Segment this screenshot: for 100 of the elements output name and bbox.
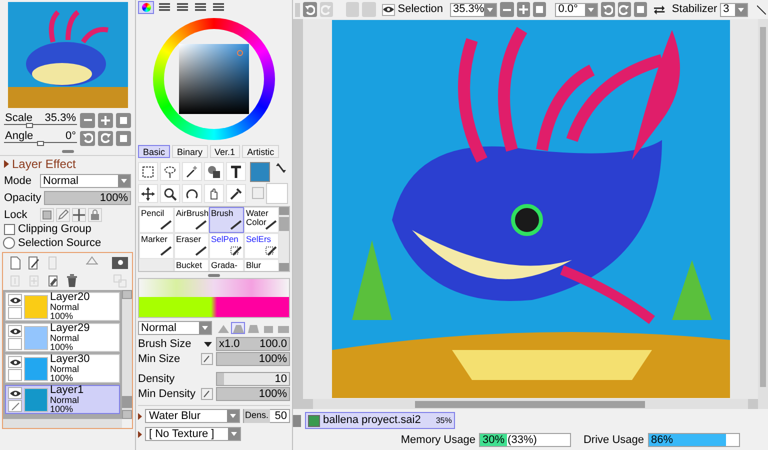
transparent-color-button[interactable] xyxy=(252,187,264,199)
color-picker-marker[interactable] xyxy=(237,50,243,56)
slider-thumb[interactable] xyxy=(36,141,44,146)
swatches-tab[interactable] xyxy=(192,1,208,14)
panel-splitter[interactable] xyxy=(62,150,74,152)
primary-color-swatch[interactable] xyxy=(250,162,270,182)
scratchpad-tab[interactable] xyxy=(210,1,226,14)
dropdown-button[interactable] xyxy=(118,175,130,187)
palette-tab[interactable]: Ver.1 xyxy=(210,145,240,158)
pressure-toggle[interactable] xyxy=(201,388,213,400)
visibility-toggle[interactable] xyxy=(8,325,22,337)
density-field[interactable]: Dens. 50 xyxy=(243,409,290,423)
selection-source-radio[interactable]: Selection Source xyxy=(0,236,135,250)
tool-button[interactable] xyxy=(204,162,224,181)
reset-rotation-button[interactable] xyxy=(634,2,648,17)
layer-effect-header[interactable]: Layer Effect xyxy=(0,155,135,171)
panel-splitter[interactable] xyxy=(208,274,220,276)
delete-layer-button[interactable] xyxy=(64,273,80,289)
slider[interactable]: 100% xyxy=(216,352,290,366)
slider-thumb[interactable] xyxy=(26,123,33,128)
dropdown-button[interactable] xyxy=(484,4,496,16)
rotate-right-button[interactable] xyxy=(618,2,631,17)
tool-button[interactable] xyxy=(226,184,246,203)
brush-shape-button[interactable] xyxy=(231,322,245,334)
brush-tool-slot[interactable]: Grada- xyxy=(209,259,244,271)
visibility-toggle[interactable] xyxy=(8,356,22,368)
brush-tool-slot[interactable]: Marker xyxy=(139,233,174,259)
rotate-left-button[interactable] xyxy=(601,2,615,17)
zoom-in-button[interactable] xyxy=(98,112,113,128)
document-tab[interactable]: ballena proyect.sai2 35% xyxy=(305,412,455,429)
brush-blend-dropdown[interactable]: Normal xyxy=(138,321,212,335)
rotate-right-button[interactable] xyxy=(98,130,113,146)
scrollbar[interactable] xyxy=(758,19,768,409)
brush-tool-slot[interactable]: Bucket xyxy=(174,259,209,271)
scrollbar[interactable] xyxy=(3,419,122,428)
palette-tab[interactable]: Binary xyxy=(172,145,208,158)
tool-button[interactable] xyxy=(226,162,246,181)
slider[interactable]: 100% xyxy=(216,387,290,401)
layer-item[interactable]: Layer30 Normal 100% xyxy=(5,354,120,383)
slider[interactable]: x1.0 100.0 xyxy=(216,337,290,351)
tool-button[interactable] xyxy=(182,184,202,203)
texture-dropdown[interactable]: [ No Texture ] xyxy=(145,427,241,441)
reset-rotation-button[interactable] xyxy=(116,130,131,146)
dropdown-button[interactable] xyxy=(227,410,239,422)
brush-shape-button[interactable] xyxy=(246,322,260,334)
reset-zoom-button[interactable] xyxy=(532,2,546,17)
lock-button[interactable] xyxy=(72,208,86,222)
reset-zoom-button[interactable] xyxy=(116,112,131,128)
hsv-sliders-tab[interactable] xyxy=(174,1,190,14)
layer-item[interactable]: Layer20 Normal 100% xyxy=(5,292,120,321)
zoom-dropdown[interactable]: 35.3% xyxy=(450,2,498,16)
brush-tool-slot[interactable]: Pencil xyxy=(139,207,174,233)
scrollbar[interactable] xyxy=(279,207,289,271)
blending-dropdown[interactable]: Water Blur xyxy=(145,409,240,423)
brush-tool-slot[interactable]: Blur xyxy=(244,259,279,271)
brush-tool-slot[interactable]: SelErs xyxy=(244,233,279,259)
tool-button[interactable] xyxy=(138,184,158,203)
dropdown-button[interactable] xyxy=(199,322,211,334)
zoom-in-button[interactable] xyxy=(516,2,530,17)
brush-tool-slot[interactable]: Eraser xyxy=(174,233,209,259)
brush-tool-slot[interactable]: Water Color xyxy=(244,207,279,233)
zoom-out-button[interactable] xyxy=(80,112,95,128)
tool-button[interactable] xyxy=(204,184,224,203)
layer-item[interactable]: Layer1 Normal 100% xyxy=(5,385,120,414)
rgb-sliders-tab[interactable] xyxy=(156,1,172,14)
scrollbar[interactable] xyxy=(122,290,132,419)
new-pen-layer-button[interactable] xyxy=(26,254,42,270)
dropdown-button[interactable] xyxy=(735,4,748,16)
tool-button[interactable] xyxy=(138,162,158,181)
visibility-toggle[interactable] xyxy=(8,294,22,306)
visibility-toggle[interactable] xyxy=(382,4,395,16)
saturation-value-square[interactable] xyxy=(179,44,249,114)
brush-tool-slot[interactable]: Brush xyxy=(209,207,244,233)
brush-tool-slot[interactable]: SelPen xyxy=(209,233,244,259)
secondary-color-swatch[interactable] xyxy=(266,183,288,204)
color-wheel-tab[interactable] xyxy=(138,1,154,14)
scroll-button[interactable] xyxy=(293,414,301,426)
palette-tab[interactable]: Basic xyxy=(138,145,170,158)
layer-item[interactable]: Layer29 Normal 100% xyxy=(5,323,120,352)
undo-button[interactable] xyxy=(303,2,317,17)
tool-button[interactable] xyxy=(160,184,180,203)
clipping-group-checkbox[interactable]: Clipping Group xyxy=(0,223,135,236)
slider[interactable]: 10 xyxy=(216,372,290,386)
layer-mask-button[interactable] xyxy=(112,256,128,268)
toolbar-grip[interactable] xyxy=(295,2,300,16)
tool-button[interactable] xyxy=(182,162,202,181)
tool-button[interactable] xyxy=(160,162,180,181)
pressure-toggle[interactable] xyxy=(201,353,213,365)
visibility-toggle[interactable] xyxy=(8,387,22,399)
palette-tab[interactable]: Artistic xyxy=(242,145,280,158)
slider[interactable]: 100% xyxy=(44,191,131,205)
zoom-out-button[interactable] xyxy=(500,2,514,17)
dropdown-button[interactable] xyxy=(228,428,240,440)
rotate-left-button[interactable] xyxy=(80,130,95,146)
color-mixer-pad[interactable] xyxy=(138,278,290,318)
brush-tool-slot[interactable]: AirBrush xyxy=(174,207,209,233)
stabilizer-dropdown[interactable]: 3 xyxy=(720,2,748,16)
dropdown-button[interactable] xyxy=(585,4,598,16)
angle-dropdown[interactable]: 0.0° xyxy=(555,2,598,16)
blend-mode-dropdown[interactable]: Normal xyxy=(40,174,131,188)
